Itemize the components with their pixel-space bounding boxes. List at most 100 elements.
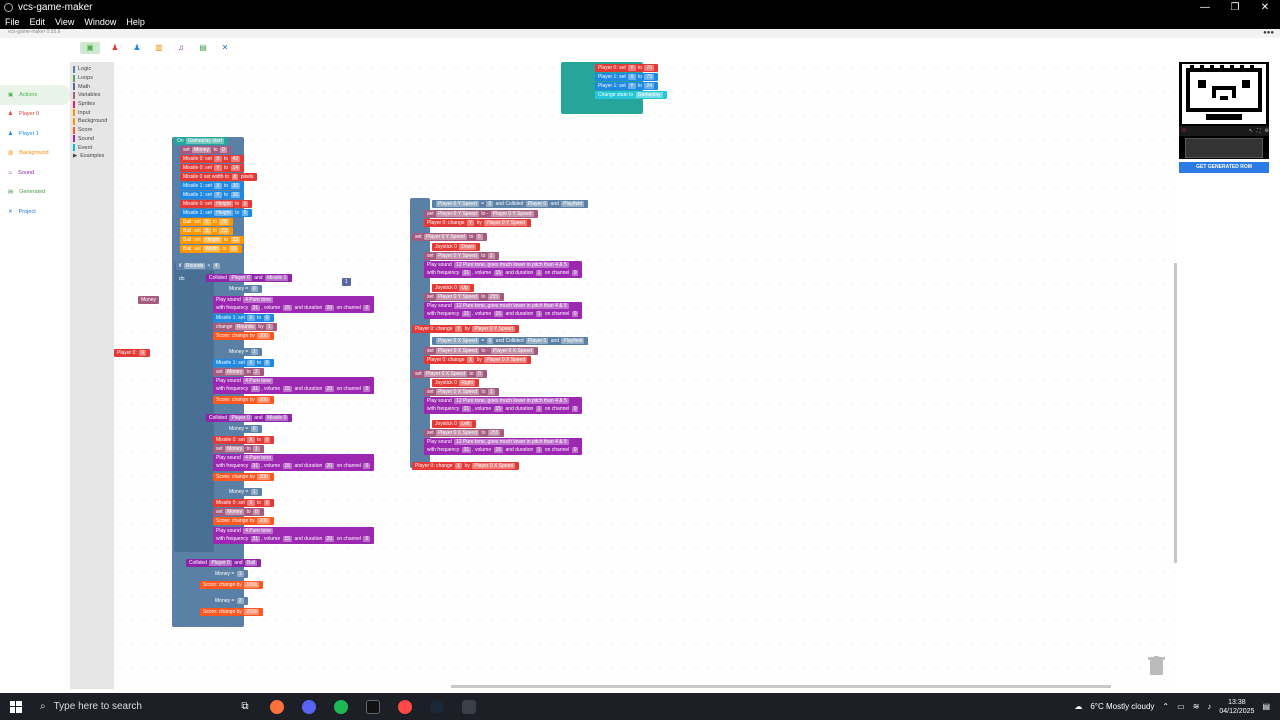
set-money-block[interactable]: set Money to 0 xyxy=(180,146,231,154)
menu-view[interactable]: View xyxy=(55,17,74,27)
blocks-workspace[interactable]: Player 0: set Y to 75 Player 1: set X to… xyxy=(114,62,1176,689)
player0-change-y-block[interactable]: Player 0: change Y by Player 0 Y Speed xyxy=(424,219,532,227)
steam-icon[interactable] xyxy=(421,699,453,714)
if-y-speed-and-collided[interactable]: Player 0 Y Speed = 0 and Collided Player… xyxy=(432,200,589,208)
score-change-block-3[interactable]: Score: change by 200 xyxy=(213,473,274,481)
wifi-icon[interactable]: ≋ xyxy=(1193,702,1200,711)
spotify-icon[interactable] xyxy=(325,699,357,714)
if-money-2[interactable]: Money = 2 xyxy=(212,597,248,605)
window-menu-icon[interactable]: ●●● xyxy=(1263,30,1274,36)
if-money-0[interactable]: Money = 0 xyxy=(226,285,262,293)
set-money-1-block[interactable]: set Money to 1 xyxy=(213,445,264,453)
close-button[interactable]: ✕ xyxy=(1250,2,1280,13)
fullscreen-icon[interactable]: ⛶ xyxy=(1257,128,1261,134)
set-y-speed-255[interactable]: set Player 0 Y Speed to 255 xyxy=(424,293,505,301)
ea-app-icon[interactable] xyxy=(389,699,421,714)
score-change-block-4[interactable]: Score: change by 200 xyxy=(213,517,274,525)
init-block-1[interactable]: Missile 0: set Y to 14 xyxy=(180,164,245,172)
nav-player-0[interactable]: ♟ Player 0 xyxy=(0,105,70,125)
collided-missile0-block[interactable]: Collided Player 0 and Missile 0 xyxy=(206,414,293,422)
init-block-5[interactable]: Missile 0: set Height to 5 xyxy=(180,200,253,208)
set-y-speed-neg[interactable]: set Player 0 Y Speed to - Player 0 Y Spe… xyxy=(424,210,538,218)
event-header[interactable]: On Gameplay start xyxy=(174,137,228,145)
init-block-9[interactable]: Ball: set Height to 13 xyxy=(180,236,245,244)
set-money-2-block[interactable]: set Money to 2 xyxy=(213,368,264,376)
play-sound-right-2[interactable]: Play sound 12 Pure tone, goes much lower… xyxy=(424,302,583,319)
firefox-icon[interactable] xyxy=(261,699,293,714)
player1-set-x-block[interactable]: Player 1: set X to 73 xyxy=(595,73,659,81)
project-tab-icon[interactable]: ✕ xyxy=(218,42,232,54)
score-change-1000-block[interactable]: Score: change by 1000 xyxy=(200,581,264,589)
nav-background[interactable]: ▥ Background xyxy=(0,144,70,164)
game-screen[interactable] xyxy=(1182,64,1266,124)
collided-missile1-block[interactable]: Collided Player 0 and Missile 1 xyxy=(206,274,293,282)
play-sound-block-3[interactable]: Play sound 4 Pure tone with frequency 31… xyxy=(213,454,375,471)
sound-tab-icon[interactable]: ♫ xyxy=(174,42,188,54)
toolbox-variables[interactable]: Variables xyxy=(70,91,114,100)
windows-start-icon[interactable] xyxy=(0,700,32,713)
nav-actions[interactable]: ▣ Actions xyxy=(0,85,70,105)
score-change-block-2[interactable]: Score: change by 200 xyxy=(213,396,274,404)
toolbox-input[interactable]: Input xyxy=(70,108,114,117)
player0-x-floating[interactable]: Player 0: X xyxy=(114,349,151,357)
actions-tab-icon[interactable]: ▣ xyxy=(80,42,100,54)
score-change-block-1[interactable]: Score: change by 200 xyxy=(213,332,274,340)
generated-tab-icon[interactable]: ▤ xyxy=(196,42,210,54)
init-block-6[interactable]: Missile 1: set Height to 5 xyxy=(180,209,253,217)
set-x-speed-1[interactable]: set Player 0 X Speed to 1 xyxy=(424,388,499,396)
missile0-set-x-block-2[interactable]: Missile 0: set X to 0 xyxy=(213,499,275,507)
play-sound-right-1[interactable]: Play sound 12 Pure tone, goes much lower… xyxy=(424,261,583,278)
weather-icon[interactable]: ☁ xyxy=(1074,702,1082,711)
init-block-3[interactable]: Missile 1: set X to 30 xyxy=(180,182,245,190)
clock[interactable]: 13:38 04/12/2025 xyxy=(1219,698,1254,716)
play-sound-block-1[interactable]: Play sound 4 Pure tone with frequency 31… xyxy=(213,296,375,313)
notifications-icon[interactable]: ▤ xyxy=(1262,702,1270,711)
toolbox-event[interactable]: Event xyxy=(70,143,114,152)
init-block-0[interactable]: Missile 0: set X to 42 xyxy=(180,155,245,163)
vertical-scrollbar[interactable] xyxy=(1174,263,1177,563)
set-y-speed-1[interactable]: set Player 0 Y Speed to 1 xyxy=(424,252,499,260)
set-x-speed-255[interactable]: set Player 0 X Speed to 255 xyxy=(424,429,505,437)
discord-icon[interactable] xyxy=(293,699,325,714)
horizontal-scrollbar[interactable] xyxy=(451,685,1111,688)
toolbox-loops[interactable]: Loops xyxy=(70,74,114,83)
toolbox-sound[interactable]: Sound xyxy=(70,135,114,144)
set-x-speed-neg[interactable]: set Player 0 X Speed to - Player 0 X Spe… xyxy=(424,347,538,355)
background-tab-icon[interactable]: ▥ xyxy=(152,42,166,54)
if-money-1-b[interactable]: Money = 1 xyxy=(226,488,262,496)
joystick-down-block[interactable]: Joystick 0 Down xyxy=(432,243,481,251)
player0-tab-icon[interactable]: ♟ xyxy=(108,42,122,54)
play-sound-block-4[interactable]: Play sound 4 Pure tone with frequency 31… xyxy=(213,527,375,544)
if-money-0-b[interactable]: Money = 0 xyxy=(226,425,262,433)
player0-change-x-block[interactable]: Player 0: change X by Player 0 X Speed xyxy=(424,356,532,364)
toolbox-examples[interactable]: ▶ Examples xyxy=(70,152,114,161)
set-y-speed-0[interactable]: set Player 0 Y Speed to 0 xyxy=(412,233,487,241)
terminal-icon[interactable] xyxy=(357,699,389,714)
nav-project[interactable]: ✕ Project xyxy=(0,202,70,222)
taskbar-search[interactable]: ⌕ Type here to search xyxy=(32,693,229,720)
missile0-set-x-block[interactable]: Missile 0: set X to 0 xyxy=(213,436,275,444)
weather-text[interactable]: 6°C Mostly cloudy xyxy=(1090,702,1154,711)
toolbox-background[interactable]: Background xyxy=(70,117,114,126)
toolbox-score[interactable]: Score xyxy=(70,126,114,135)
power-icon[interactable]: ⏻ xyxy=(1182,128,1186,134)
set-money-0-block[interactable]: set Money to 0 xyxy=(213,508,264,516)
init-block-7[interactable]: Ball: set Y to 76 xyxy=(180,218,234,226)
play-sound-right-3[interactable]: Play sound 12 Pure tone, goes much lower… xyxy=(424,397,583,414)
change-state-block[interactable]: Change state to Gameplay xyxy=(595,91,667,99)
toolbox-sprites[interactable]: Sprites xyxy=(70,100,114,109)
menu-window[interactable]: Window xyxy=(84,17,116,27)
menu-edit[interactable]: Edit xyxy=(30,17,46,27)
network-icon[interactable]: ▭ xyxy=(1177,702,1185,711)
get-generated-rom-button[interactable]: GET GENERATED ROM xyxy=(1179,162,1269,173)
cursor-icon[interactable]: ↖ xyxy=(1249,128,1253,134)
menu-help[interactable]: Help xyxy=(126,17,145,27)
if-money-1[interactable]: Money = 1 xyxy=(226,348,262,356)
player1-tab-icon[interactable]: ♟ xyxy=(130,42,144,54)
missile1-set-x-block[interactable]: Missile 1: set X to 0 xyxy=(213,314,275,322)
play-sound-right-4[interactable]: Play sound 12 Pure tone, goes much lower… xyxy=(424,438,583,455)
init-block-10[interactable]: Ball: set Width to 20 xyxy=(180,245,243,253)
player0-change-x-block-2[interactable]: Player 0: change X by Player 0 X Speed xyxy=(412,462,520,470)
joystick-left-block[interactable]: Joystick 0 Left xyxy=(432,420,476,428)
nav-player-1[interactable]: ♟ Player 1 xyxy=(0,124,70,144)
